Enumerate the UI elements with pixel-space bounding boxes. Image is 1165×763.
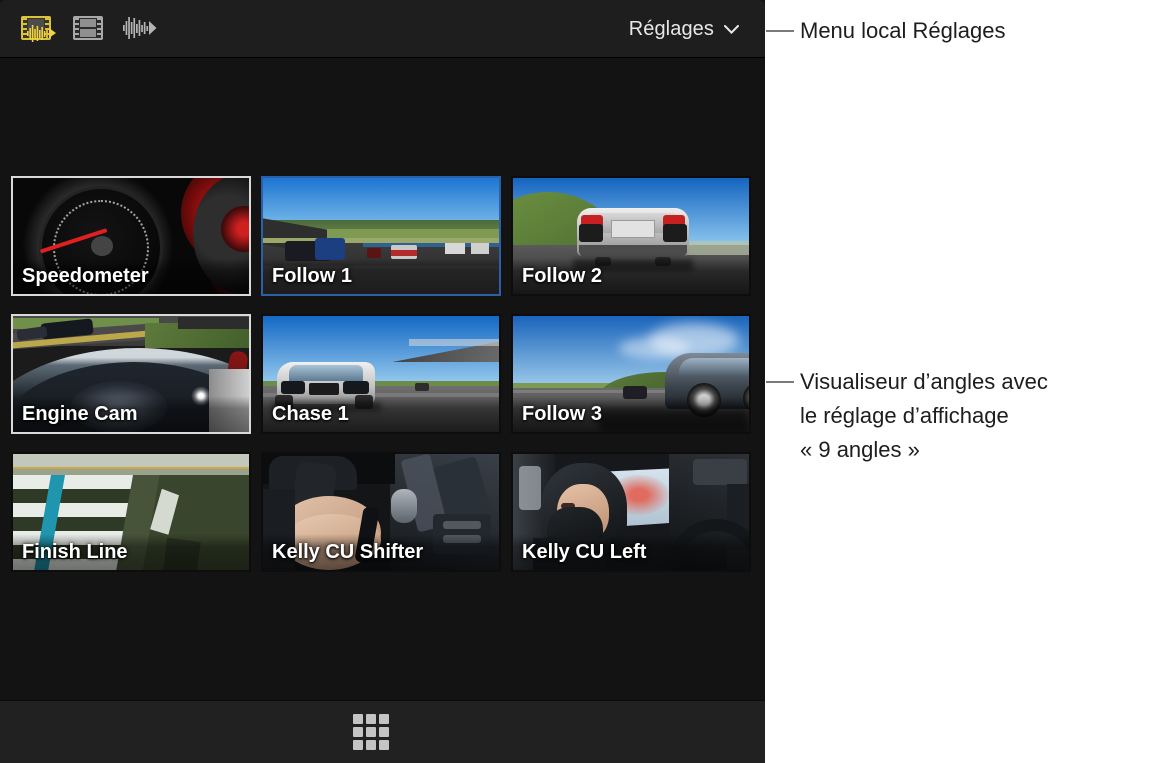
- callout-text-settings: Menu local Réglages: [800, 18, 1006, 43]
- viewer-toolbar: Réglages: [0, 0, 765, 58]
- callout-leader-line-settings: [766, 30, 794, 32]
- grid-cell: [366, 714, 376, 724]
- video-and-audio-icon[interactable]: [16, 11, 56, 45]
- callout-text-viewer: Visualiseur d’angles avec le réglage d’a…: [800, 369, 1048, 462]
- viewer-bottom-bar: [0, 700, 765, 763]
- settings-popup-menu[interactable]: Réglages: [625, 0, 743, 58]
- video-only-icon[interactable]: [68, 11, 108, 45]
- angle-label: Speedometer: [13, 258, 249, 294]
- toolbar-icon-group: [16, 11, 160, 45]
- waveform-yellow-shape: [27, 25, 56, 42]
- angle-cell-finish-line[interactable]: Finish Line: [11, 452, 251, 572]
- grid-cell: [379, 727, 389, 737]
- angle-cell-engine-cam[interactable]: Engine Cam: [11, 314, 251, 434]
- angle-cell-follow-3[interactable]: Follow 3: [511, 314, 751, 434]
- settings-menu-label: Réglages: [628, 17, 714, 40]
- angle-label: Kelly CU Left: [513, 534, 749, 570]
- angle-cell-follow-2[interactable]: Follow 2: [511, 176, 751, 296]
- grid-3x3-icon[interactable]: [352, 714, 390, 750]
- filmstrip-gray-shape: [73, 16, 103, 40]
- grid-cell: [353, 740, 363, 750]
- angle-label: Follow 2: [513, 258, 749, 294]
- angle-cell-speedometer[interactable]: Speedometer: [11, 176, 251, 296]
- angle-label: Follow 3: [513, 396, 749, 432]
- angle-grid: Speedometer Follow 1 Follow 2 Engine Cam…: [11, 176, 754, 572]
- angle-cell-kelly-cu-left[interactable]: Kelly CU Left: [511, 452, 751, 572]
- angle-cell-chase-1[interactable]: Chase 1: [261, 314, 501, 434]
- grid-cell: [366, 740, 376, 750]
- grid-cell: [353, 714, 363, 724]
- angle-cell-kelly-cu-shifter[interactable]: Kelly CU Shifter: [261, 452, 501, 572]
- angle-label: Engine Cam: [13, 396, 249, 432]
- callout-leader-line-viewer: [766, 381, 794, 383]
- waveform-gray-shape: [123, 17, 157, 39]
- angle-viewer-panel: Réglages Speedometer Follow 1 Follow 2 E…: [0, 0, 765, 763]
- grid-cell: [379, 714, 389, 724]
- grid-cell: [353, 727, 363, 737]
- angle-label: Kelly CU Shifter: [263, 534, 499, 570]
- audio-only-icon[interactable]: [120, 11, 160, 45]
- angle-label: Chase 1: [263, 396, 499, 432]
- grid-cell: [366, 727, 376, 737]
- angle-label: Follow 1: [263, 258, 499, 294]
- chevron-down-icon: [724, 24, 739, 34]
- angle-label: Finish Line: [13, 534, 249, 570]
- angle-cell-follow-1[interactable]: Follow 1: [261, 176, 501, 296]
- grid-cell: [379, 740, 389, 750]
- filmstrip-yellow-shape: [21, 16, 56, 42]
